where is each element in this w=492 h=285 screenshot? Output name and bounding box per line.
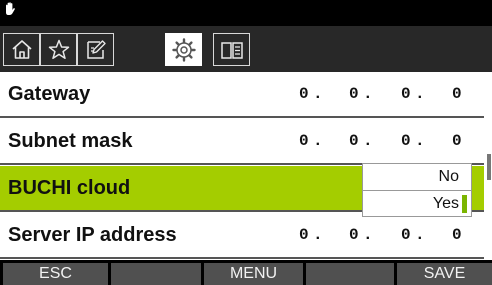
hand-icon xyxy=(6,2,15,15)
save-button[interactable]: SAVE xyxy=(397,263,492,285)
soft-key-4[interactable] xyxy=(306,263,394,285)
subnet-octet-1: 0 xyxy=(299,132,309,150)
home-icon xyxy=(12,40,32,59)
server-ip-octet-1: 0 xyxy=(299,226,309,244)
esc-button[interactable]: ESC xyxy=(3,263,108,285)
server-ip-row[interactable]: Server IP address 0 . 0 . 0 . 0 xyxy=(0,213,484,259)
octet-separator: . xyxy=(313,226,323,244)
server-ip-octet-3: 0 xyxy=(401,226,411,244)
octet-separator: . xyxy=(313,132,323,150)
subnet-octet-2: 0 xyxy=(349,132,359,150)
gear-icon xyxy=(172,38,196,62)
server-ip-octet-4: 0 xyxy=(452,226,462,244)
octet-separator: . xyxy=(313,85,323,103)
cloud-option-dropdown[interactable]: No Yes xyxy=(362,163,472,217)
gateway-octet-1: 0 xyxy=(299,85,309,103)
gateway-octet-2: 0 xyxy=(349,85,359,103)
tab-settings[interactable] xyxy=(165,33,202,66)
tab-manual[interactable] xyxy=(213,33,250,66)
octet-separator: . xyxy=(415,132,425,150)
status-bar xyxy=(0,0,492,26)
option-yes[interactable]: Yes xyxy=(363,190,471,216)
option-no[interactable]: No xyxy=(363,164,471,190)
server-ip-label: Server IP address xyxy=(8,224,177,246)
edit-icon xyxy=(87,40,106,59)
scrollbar-thumb[interactable] xyxy=(487,154,491,180)
scrollbar[interactable] xyxy=(486,72,492,260)
gateway-row[interactable]: Gateway 0 . 0 . 0 . 0 xyxy=(0,72,484,118)
soft-key-2[interactable] xyxy=(111,263,201,285)
tab-favorites[interactable] xyxy=(40,33,77,66)
menu-button[interactable]: MENU xyxy=(204,263,303,285)
subnet-mask-row[interactable]: Subnet mask 0 . 0 . 0 . 0 xyxy=(0,119,484,165)
soft-key-bar: ESC MENU SAVE xyxy=(0,260,492,285)
book-icon xyxy=(221,42,243,59)
tab-home[interactable] xyxy=(3,33,40,66)
buchi-cloud-label: BUCHI cloud xyxy=(8,177,131,199)
tab-edit[interactable] xyxy=(77,33,114,66)
gateway-octet-3: 0 xyxy=(401,85,411,103)
gateway-octet-4: 0 xyxy=(452,85,462,103)
server-ip-octet-2: 0 xyxy=(349,226,359,244)
octet-separator: . xyxy=(363,132,373,150)
subnet-octet-3: 0 xyxy=(401,132,411,150)
octet-separator: . xyxy=(415,85,425,103)
octet-separator: . xyxy=(415,226,425,244)
selection-marker xyxy=(462,195,467,213)
tab-bar xyxy=(0,26,492,72)
gateway-label: Gateway xyxy=(8,83,91,105)
option-yes-label: Yes xyxy=(432,195,459,212)
option-no-label: No xyxy=(438,168,459,185)
octet-separator: . xyxy=(363,226,373,244)
octet-separator: . xyxy=(363,85,373,103)
star-icon xyxy=(48,39,70,60)
subnet-mask-label: Subnet mask xyxy=(8,130,133,152)
subnet-octet-4: 0 xyxy=(452,132,462,150)
